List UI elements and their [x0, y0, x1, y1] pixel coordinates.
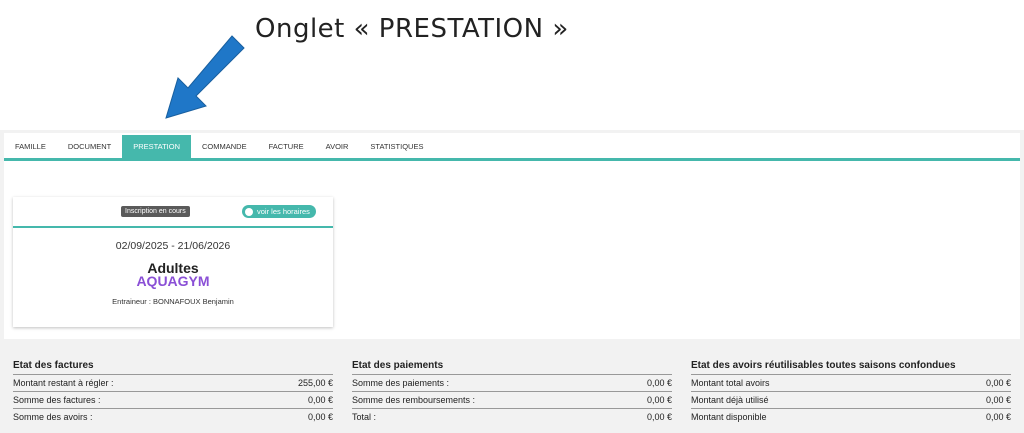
tab-facture[interactable]: FACTURE — [258, 135, 315, 159]
row-value: 0,00 € — [646, 412, 672, 422]
summary-row: Somme des remboursements : 0,00 € — [352, 391, 672, 408]
tab-famille[interactable]: FAMILLE — [4, 135, 57, 159]
row-label: Somme des factures : — [13, 395, 101, 405]
annotation-arrow-icon — [165, 35, 245, 119]
row-value: 0,00 € — [985, 412, 1011, 422]
row-label: Montant total avoirs — [691, 378, 770, 388]
payments-title: Etat des paiements — [352, 360, 444, 371]
tab-document[interactable]: DOCUMENT — [57, 135, 122, 159]
tab-avoir[interactable]: AVOIR — [315, 135, 360, 159]
credits-summary: Etat des avoirs réutilisables toutes sai… — [691, 360, 1011, 425]
info-icon — [245, 207, 253, 216]
tab-bar: FAMILLE DOCUMENT PRESTATION COMMANDE FAC… — [4, 135, 434, 159]
tab-statistiques[interactable]: STATISTIQUES — [359, 135, 434, 159]
row-label: Montant déjà utilisé — [691, 395, 769, 405]
summary-row: Montant restant à régler : 255,00 € — [13, 374, 333, 391]
row-label: Somme des paiements : — [352, 378, 450, 388]
row-value: 255,00 € — [297, 378, 333, 388]
annotation-caption: Onglet « PRESTATION » — [255, 14, 569, 44]
payments-summary: Etat des paiements Somme des paiements :… — [352, 360, 672, 425]
row-value: 0,00 € — [307, 395, 333, 405]
status-badge: Inscription en cours — [121, 206, 190, 217]
summary-row: Somme des factures : 0,00 € — [13, 391, 333, 408]
row-value: 0,00 € — [307, 412, 333, 422]
summary-row: Montant total avoirs 0,00 € — [691, 374, 1011, 391]
invoices-title: Etat des factures — [13, 360, 94, 371]
credits-title: Etat des avoirs réutilisables toutes sai… — [691, 360, 956, 371]
view-hours-label: voir les horaires — [257, 207, 310, 216]
row-value: 0,00 € — [985, 395, 1011, 405]
row-value: 0,00 € — [646, 395, 672, 405]
row-label: Somme des remboursements : — [352, 395, 476, 405]
row-label: Somme des avoirs : — [13, 412, 93, 422]
view-hours-button[interactable]: voir les horaires — [242, 205, 316, 218]
summary-row: Total : 0,00 € — [352, 408, 672, 425]
activity-name: AQUAGYM — [136, 273, 210, 289]
coach-name: Entraineur : BONNAFOUX Benjamin — [112, 297, 234, 306]
summary-row: Somme des paiements : 0,00 € — [352, 374, 672, 391]
row-value: 0,00 € — [985, 378, 1011, 388]
tab-commande[interactable]: COMMANDE — [191, 135, 258, 159]
row-value: 0,00 € — [646, 378, 672, 388]
summary-row: Somme des avoirs : 0,00 € — [13, 408, 333, 425]
tab-prestation[interactable]: PRESTATION — [122, 135, 192, 159]
summary-row: Montant disponible 0,00 € — [691, 408, 1011, 425]
row-label: Montant disponible — [691, 412, 767, 422]
summary-row: Montant déjà utilisé 0,00 € — [691, 391, 1011, 408]
row-label: Montant restant à régler : — [13, 378, 114, 388]
season-dates: 02/09/2025 - 21/06/2026 — [115, 240, 231, 252]
invoices-summary: Etat des factures Montant restant à régl… — [13, 360, 333, 425]
row-label: Total : — [352, 412, 377, 422]
tab-underline — [4, 158, 1020, 161]
prestation-card: Inscription en cours voir les horaires 0… — [13, 197, 333, 327]
card-divider — [13, 226, 333, 228]
